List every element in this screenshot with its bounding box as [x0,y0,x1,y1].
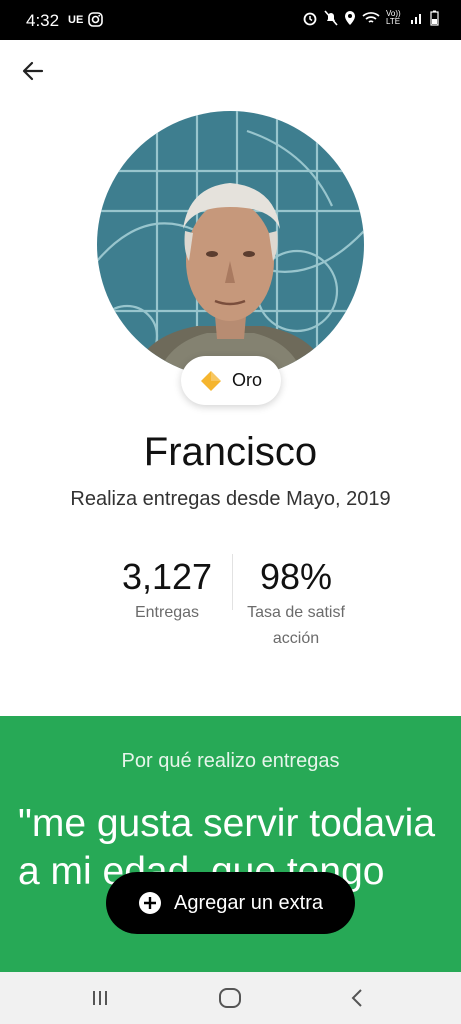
battery-icon [430,10,439,26]
add-extra-button[interactable]: Agregar un extra [106,872,355,934]
add-extra-label: Agregar un extra [174,891,323,914]
stats-divider [232,554,233,610]
alarm-icon [303,12,317,26]
diamond-icon [200,370,221,391]
instagram-icon [88,12,103,27]
delivering-since: Realiza entregas desde Mayo, 2019 [70,488,391,510]
system-nav-bar [0,972,461,1024]
avatar [97,111,364,378]
status-time: 4:32 [26,11,60,30]
location-icon [345,11,355,25]
why-deliver-heading: Por qué realizo entregas [121,750,340,772]
carrier-label: UE [68,14,84,26]
courier-name: Francisco [143,430,318,474]
satisfaction-stat: 98% Tasa de satisfacción [244,556,348,652]
back-arrow-icon[interactable] [18,56,48,86]
back-icon[interactable] [344,984,372,1012]
signal-icon [411,14,421,24]
plus-circle-icon [139,892,161,914]
status-bar: 4:32 UE Vo)) LTE [0,0,461,40]
satisfaction-label: Tasa de satisfacción [247,604,345,647]
satisfaction-value: 98% [259,556,333,597]
wifi-icon [362,12,380,23]
mute-icon [324,10,338,26]
tier-badge: Oro [181,356,281,405]
deliveries-value: 3,127 [121,556,213,597]
deliveries-stat: 3,127 Entregas [112,556,222,626]
volte-icon: Vo)) LTE [386,9,401,26]
recents-icon[interactable] [86,984,114,1012]
status-icons: Vo)) LTE [302,10,439,26]
home-icon[interactable] [216,984,244,1012]
deliveries-label: Entregas [134,604,200,621]
badge-label: Oro [231,370,262,390]
